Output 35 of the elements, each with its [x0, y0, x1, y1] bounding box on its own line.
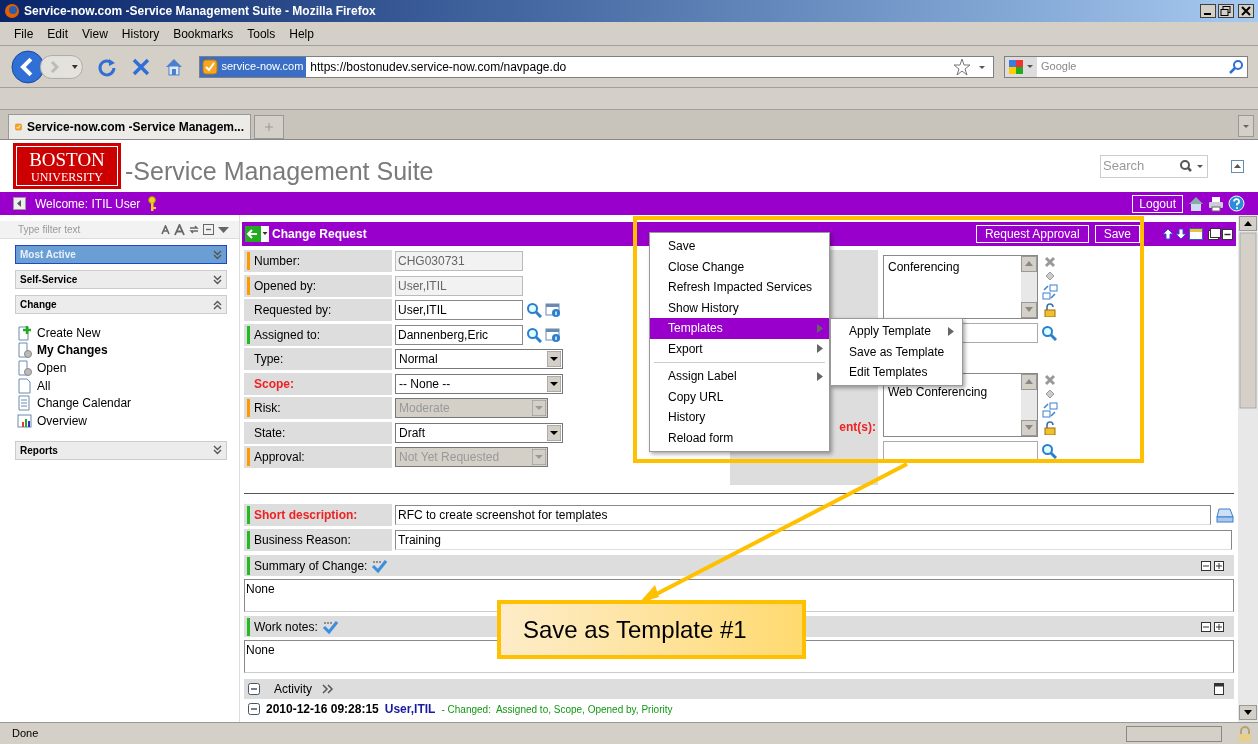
section-title: Activity [274, 681, 312, 698]
input-field: CHG030731 [395, 251, 523, 271]
url-text: https://bostonudev.service-now.com/navpage.do [310, 58, 567, 76]
callout-box: Save as Template #1 [497, 600, 806, 659]
field-label: Requested by: [254, 302, 332, 319]
field-label: Assigned to: [254, 326, 321, 344]
window-title: Service-now.com -Service Management Suite - Mozilla Firefox [24, 3, 376, 20]
activity-user: User,ITIL [384, 701, 436, 718]
filter-placeholder: Type filter text [18, 223, 81, 237]
field-label: Summary of Change: [254, 557, 368, 575]
activity-time: 2010-12-16 09:28:15 [266, 701, 379, 718]
form-title: Change Request [272, 226, 367, 243]
welcome-text: Welcome: ITIL User [35, 195, 141, 213]
logo-text: BOSTON [29, 149, 105, 169]
field-label: Short description: [254, 507, 358, 524]
field-label: Work notes: [254, 618, 318, 636]
field-label: Approval: [254, 449, 305, 466]
field-label: Number: [254, 253, 300, 270]
search-placeholder: Search [1103, 157, 1145, 176]
status-text: Done [12, 726, 39, 742]
activity-changes: - Changed: Assigned to, Scope, Opened by, Priority [441, 702, 673, 717]
logo-text: UNIVERSITY [31, 170, 103, 183]
field-label: Scope: [254, 375, 294, 393]
field-label: Opened by: [254, 277, 317, 295]
app-title: -Service Management Suite [125, 156, 434, 188]
field-label: ent(s): [839, 419, 876, 436]
field-label: Business Reason: [254, 532, 351, 549]
field-label: State: [254, 424, 286, 442]
dropdown-field: Not Yet Requested [395, 447, 548, 467]
search-placeholder: Google [1041, 59, 1077, 75]
site-name: service-now.com [221, 59, 304, 75]
field-label: Risk: [254, 400, 281, 417]
field-label: Type: [254, 351, 284, 368]
dropdown-field: Moderate [395, 398, 548, 418]
input-field: User,ITIL [395, 275, 523, 296]
